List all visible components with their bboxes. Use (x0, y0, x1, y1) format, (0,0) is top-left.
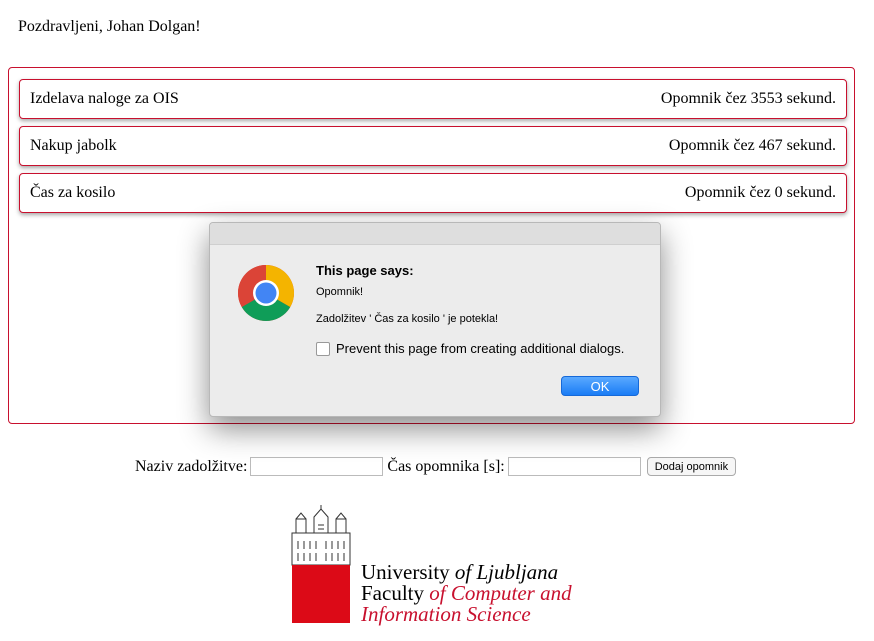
reminder-item: Čas za kosilo Opomnik čez 0 sekund. (19, 173, 847, 213)
reminder-time-input[interactable] (507, 457, 641, 476)
ok-button[interactable]: OK (561, 376, 639, 396)
dialog-message: Opomnik! (316, 286, 364, 298)
task-name-input[interactable] (250, 457, 384, 476)
reminder-item: Nakup jabolk Opomnik čez 467 sekund. (19, 126, 847, 166)
reminder-name: Čas za kosilo (30, 184, 116, 201)
reminder-time-label: Čas opomnika [s]: (387, 457, 505, 475)
add-reminder-button[interactable]: Dodaj opomnik (646, 457, 737, 476)
alert-dialog: This page says: Opomnik! Zadolžitev ' Ča… (209, 222, 661, 417)
reminder-name: Izdelava naloge za OIS (30, 90, 179, 107)
reminder-countdown: Opomnik čez 3553 sekund. (660, 90, 836, 107)
university-name: University of Ljubljana Faculty of Compu… (361, 562, 572, 625)
reminder-item: Izdelava naloge za OIS Opomnik čez 3553 … (19, 79, 847, 119)
dialog-title: This page says: (316, 263, 414, 278)
task-name-label: Naziv zadolžitve: (135, 457, 248, 475)
greeting-text: Pozdravljeni, Johan Dolgan! (18, 18, 201, 35)
prevent-dialogs-checkbox[interactable] (316, 341, 330, 356)
add-reminder-form: Naziv zadolžitve: Čas opomnika [s]: Doda… (135, 457, 737, 476)
logo-information-science: Information Science (361, 602, 531, 626)
reminder-name: Nakup jabolk (30, 137, 117, 154)
dialog-message-detail: Zadolžitev ' Čas za kosilo ' je potekla! (316, 313, 499, 325)
chrome-logo-icon (237, 265, 295, 322)
reminder-countdown: Opomnik čez 467 sekund. (668, 137, 836, 154)
reminder-countdown: Opomnik čez 0 sekund. (684, 184, 836, 201)
prevent-dialogs-option[interactable]: Prevent this page from creating addition… (316, 341, 624, 356)
prevent-dialogs-label: Prevent this page from creating addition… (336, 341, 625, 356)
dialog-titlebar (210, 223, 660, 245)
